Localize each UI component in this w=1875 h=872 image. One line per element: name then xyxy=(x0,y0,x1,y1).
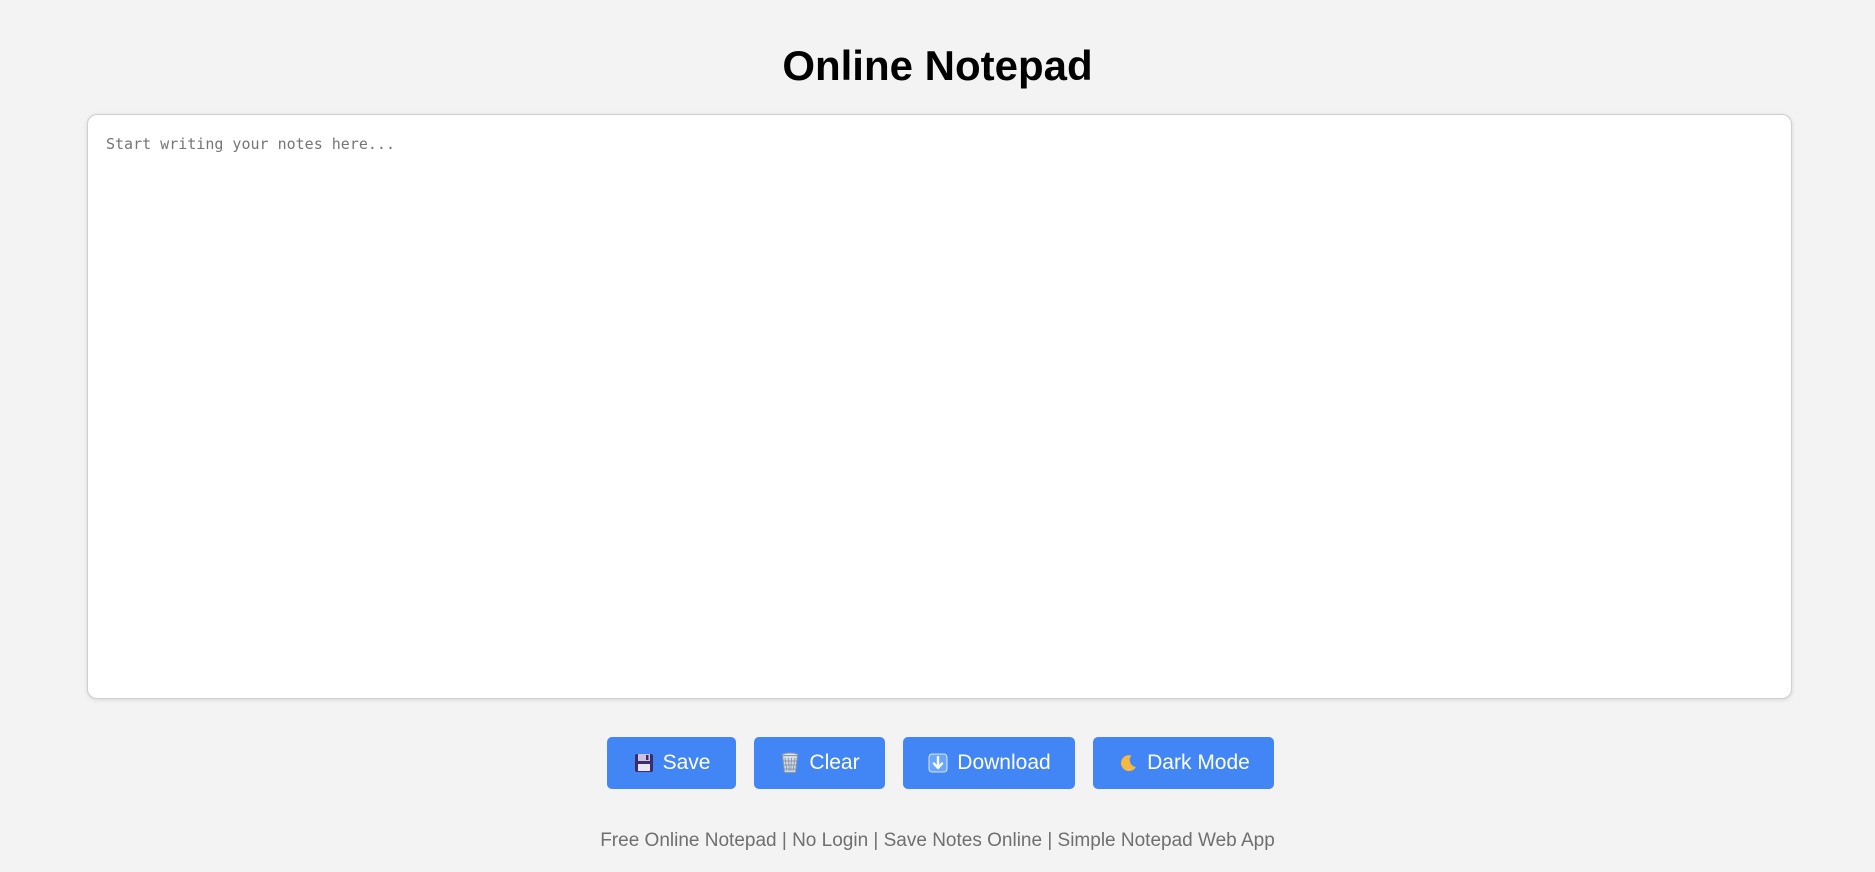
down-arrow-icon xyxy=(927,752,949,774)
save-button[interactable]: Save xyxy=(607,737,736,789)
dark-mode-button[interactable]: Dark Mode xyxy=(1093,737,1274,789)
save-button-label: Save xyxy=(662,751,711,774)
dark-mode-button-label: Dark Mode xyxy=(1147,751,1250,774)
page-title: Online Notepad xyxy=(782,42,1093,89)
floppy-disk-icon xyxy=(633,752,655,774)
notes-textarea[interactable] xyxy=(87,114,1792,699)
wastebasket-icon xyxy=(779,752,801,774)
button-toolbar: Save Clear Download Dark Mode xyxy=(0,737,1875,789)
download-button[interactable]: Download xyxy=(903,737,1075,789)
clear-button[interactable]: Clear xyxy=(754,737,885,789)
crescent-moon-icon xyxy=(1117,752,1139,774)
download-button-label: Download xyxy=(957,751,1051,774)
clear-button-label: Clear xyxy=(809,751,860,774)
footer-text: Free Online Notepad | No Login | Save No… xyxy=(600,830,1275,851)
